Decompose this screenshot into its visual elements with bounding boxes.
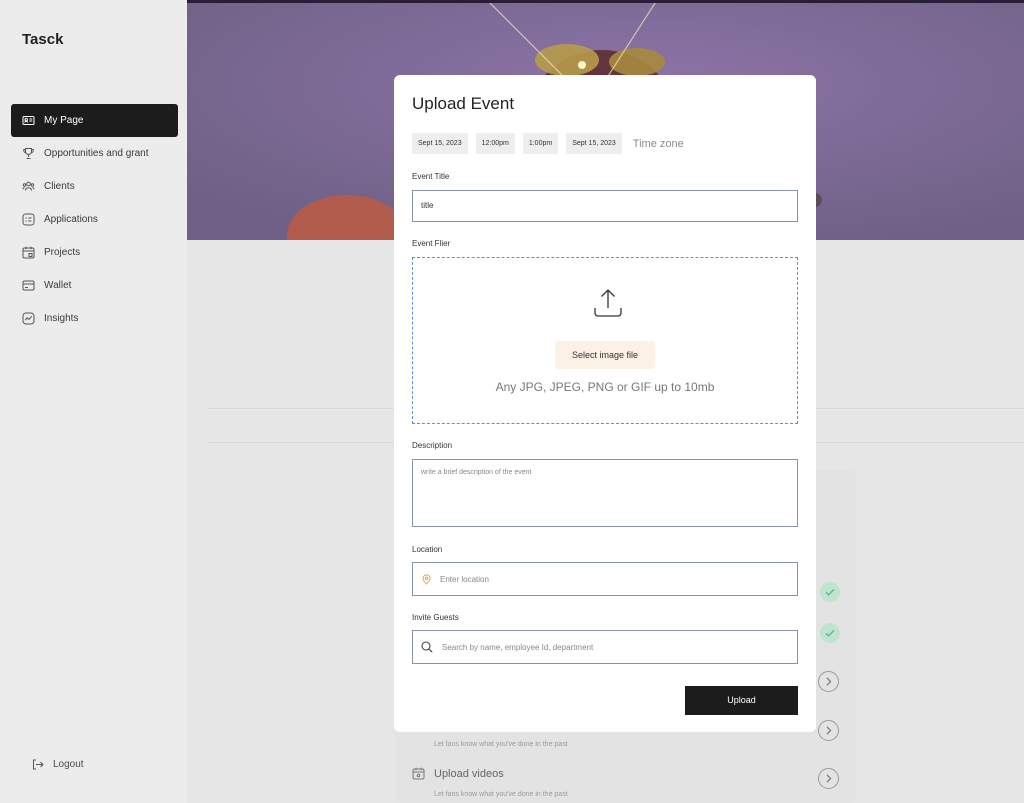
location-placeholder: Enter location (440, 574, 489, 584)
sidebar-nav: My Page Opportunities and grant Clients … (11, 104, 178, 335)
sidebar-item-label: Clients (44, 181, 75, 192)
sidebar-item-applications[interactable]: Applications (11, 203, 178, 236)
banner-top-border (187, 0, 1024, 3)
timezone-selector[interactable]: Time zone (633, 138, 684, 150)
guest-search-input[interactable]: Search by name, employee Id, department (412, 630, 798, 664)
guest-search-placeholder: Search by name, employee Id, department (442, 642, 594, 652)
checklist-subtitle: Let fans know what you've done in the pa… (434, 791, 568, 798)
chevron-right-icon[interactable] (818, 671, 839, 692)
upload-event-modal: Upload Event Sept 15, 2023 12:00pm 1:00p… (394, 75, 816, 732)
upload-button[interactable]: Upload (685, 686, 798, 715)
description-label: Description (412, 441, 453, 450)
location-input[interactable]: Enter location (412, 562, 798, 596)
checklist-subtitle: Let fans know what you've done in the pa… (434, 741, 568, 748)
sidebar-item-insights[interactable]: Insights (11, 302, 178, 335)
check-icon (820, 623, 840, 643)
start-date-chip[interactable]: Sept 15, 2023 (412, 133, 468, 154)
application-icon (22, 213, 35, 226)
check-icon (820, 582, 840, 602)
modal-title: Upload Event (412, 94, 515, 113)
flier-dropzone[interactable]: Select image file Any JPG, JPEG, PNG or … (412, 257, 798, 424)
event-title-label: Event Title (412, 172, 450, 181)
id-card-icon (22, 114, 35, 127)
logout-icon (31, 758, 44, 771)
trophy-icon (22, 147, 35, 160)
event-title-input[interactable]: title (412, 190, 798, 222)
file-type-hint: Any JPG, JPEG, PNG or GIF up to 10mb (495, 380, 715, 394)
sidebar-item-opportunities[interactable]: Opportunities and grant (11, 137, 178, 170)
invite-guests-label: Invite Guests (412, 613, 459, 622)
sidebar-item-label: Wallet (44, 280, 72, 291)
sidebar-item-label: Projects (44, 247, 81, 258)
logout-label: Logout (53, 759, 84, 770)
location-pin-icon (421, 573, 432, 585)
checklist-item-upload-videos[interactable]: Upload videos (412, 767, 504, 780)
location-label: Location (412, 545, 443, 554)
select-image-button[interactable]: Select image file (555, 341, 655, 369)
logout-button[interactable]: Logout (31, 758, 84, 771)
sidebar-item-projects[interactable]: Projects (11, 236, 178, 269)
end-date-chip[interactable]: Sept 15, 2023 (566, 133, 622, 154)
sidebar-item-clients[interactable]: Clients (11, 170, 178, 203)
app-logo: Tasck (22, 31, 64, 48)
sidebar-item-label: My Page (44, 115, 84, 126)
event-flier-label: Event Flier (412, 239, 451, 248)
sidebar-item-wallet[interactable]: Wallet (11, 269, 178, 302)
video-calendar-icon (412, 767, 425, 780)
chevron-right-icon[interactable] (818, 720, 839, 741)
chevron-right-icon[interactable] (818, 768, 839, 789)
sidebar-item-label: Applications (44, 214, 98, 225)
date-time-row: Sept 15, 2023 12:00pm 1:00pm Sept 15, 20… (412, 133, 684, 154)
sidebar-item-label: Opportunities and grant (44, 148, 149, 159)
search-icon (421, 641, 433, 653)
wallet-icon (22, 279, 35, 292)
insights-icon (22, 312, 35, 325)
start-time-chip[interactable]: 12:00pm (475, 133, 515, 154)
calendar-icon (22, 246, 35, 259)
end-time-chip[interactable]: 1:00pm (522, 133, 559, 154)
checklist-item-title: Upload videos (434, 767, 504, 780)
users-icon (22, 180, 35, 193)
upload-icon (593, 286, 623, 320)
sidebar: Tasck My Page Opportunities and grant Cl… (0, 0, 187, 803)
sidebar-item-label: Insights (44, 313, 79, 324)
sidebar-item-my-page[interactable]: My Page (11, 104, 178, 137)
description-textarea[interactable]: write a brief description of the event (412, 459, 798, 527)
